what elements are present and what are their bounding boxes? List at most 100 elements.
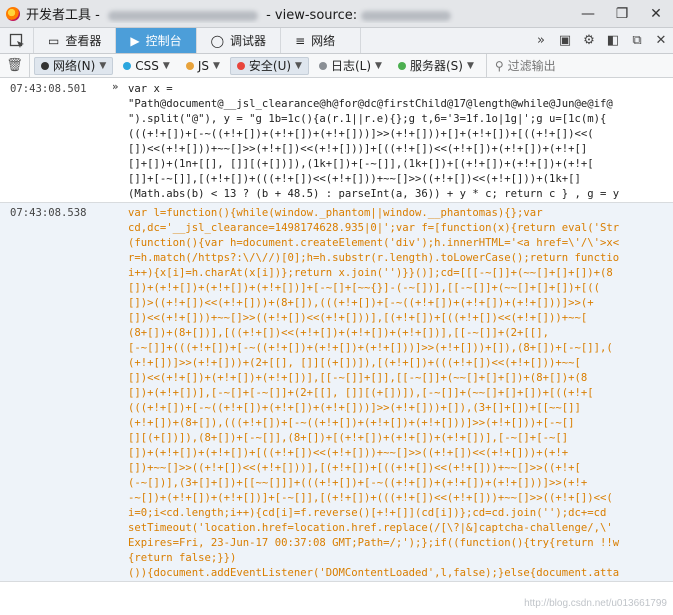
minimize-button[interactable]: — bbox=[571, 0, 605, 28]
code-line: [])<<(+!+[]))+~~[]>>(+!+[])<<(+!+[]))]+[… bbox=[128, 143, 588, 155]
timestamp-text: 07:43:08.538 bbox=[10, 207, 87, 219]
filter-funnel-icon: ⚲ bbox=[494, 58, 504, 73]
code-line: [])<<(+!+[]))+~~[]>>((+!+[])<<(+!+[]))],… bbox=[128, 312, 588, 324]
chevron-down-icon: ▼ bbox=[212, 60, 220, 71]
tab-inspector[interactable]: ▭ 查看器 bbox=[34, 28, 117, 53]
code-line: [])+(+!+[])+(+!+[])+[((+!+[])<<(+!+[]))+… bbox=[128, 447, 569, 459]
console-output[interactable]: 07:43:08.501 » var x = "Path@document@__j… bbox=[0, 79, 673, 615]
code-line: (((+!+[])+[-~((+!+[])+(+!+[])+(+!+[]))]>… bbox=[128, 402, 581, 414]
output-code: var l=function(){while(window._phantom||… bbox=[128, 203, 673, 581]
clear-console-button[interactable]: 🗑 bbox=[0, 54, 30, 77]
filter-security[interactable]: 安全(U) ▼ bbox=[229, 56, 309, 75]
code-line: (function(){var h=document.createElement… bbox=[128, 237, 620, 249]
tab-label: 网络 bbox=[311, 34, 336, 48]
filter-js[interactable]: JS ▼ bbox=[180, 57, 226, 75]
input-prompt-icon: » bbox=[112, 81, 119, 93]
code-line: [])<<(+!+[])+(+!+[])+(+!+[])],[[-~[]]+[]… bbox=[128, 372, 588, 384]
inspector-icon: ▭ bbox=[48, 33, 60, 48]
code-line: -~[])+(+!+[])+(+!+[])]+[-~[]],[(+!+[])+(… bbox=[128, 492, 613, 504]
code-line: (+!+[])+(8+[]),(((+!+[])+[-~((+!+[])+(+!… bbox=[128, 417, 575, 429]
pick-element-button[interactable] bbox=[0, 28, 34, 53]
js-dot-icon bbox=[185, 61, 194, 70]
console-output-entry: 07:43:08.538 var l=function(){while(wind… bbox=[0, 203, 673, 582]
filter-network[interactable]: 网络(N) ▼ bbox=[34, 56, 114, 75]
chevron-down-icon: ▼ bbox=[162, 60, 170, 71]
chevron-down-icon: ▼ bbox=[99, 60, 107, 71]
logging-dot-icon bbox=[318, 61, 327, 70]
window-title: 开发者工具 - - view-source: bbox=[26, 4, 455, 23]
console-input-entry: 07:43:08.501 » var x = "Path@document@__j… bbox=[0, 79, 673, 203]
code-line: var x = bbox=[128, 83, 173, 95]
code-line: (8+[])+(8+[])],[((+!+[])<<(+!+[])+(+!+[]… bbox=[128, 327, 549, 339]
chevron-down-icon: ▼ bbox=[295, 60, 302, 71]
code-line: cd,dc='__jsl_clearance=1498174628.935|0|… bbox=[128, 222, 620, 234]
filter-logging[interactable]: 日志(L) ▼ bbox=[313, 57, 388, 75]
network-dot-icon bbox=[41, 61, 49, 70]
filter-css[interactable]: CSS ▼ bbox=[117, 57, 176, 75]
debugger-icon: ◯ bbox=[210, 33, 225, 48]
close-devtools-icon[interactable]: ✕ bbox=[649, 28, 673, 53]
timestamp: 07:43:08.538 bbox=[0, 203, 128, 581]
security-dot-icon bbox=[236, 61, 245, 70]
code-line: Expires=Fri, 23-Jun-17 00:37:08 GMT;Path… bbox=[128, 537, 620, 549]
more-tools-icon[interactable]: » bbox=[529, 28, 553, 53]
close-button[interactable]: ✕ bbox=[639, 0, 673, 28]
title-mid: - view-source: bbox=[261, 8, 358, 23]
code-line: (Math.abs(b) < 13 ? (b + 48.5) : parseIn… bbox=[128, 188, 620, 200]
undock-window-icon[interactable]: ⧉ bbox=[625, 28, 649, 53]
tab-label: 控制台 bbox=[145, 34, 182, 48]
code-line: [])+(+!+[])],[-~[]+[-~[]]+(2+[[], []][(+… bbox=[128, 387, 594, 399]
filter-label: JS bbox=[197, 58, 209, 73]
filter-label: 网络(N) bbox=[53, 59, 96, 73]
devtools-toolbar: ▭ 查看器 ▶ 控制台 ◯ 调试器 ≡ 网络 » ▣ ⚙ ◧ ⧉ ✕ bbox=[0, 28, 673, 54]
filter-output-placeholder: 过滤输出 bbox=[507, 59, 556, 73]
network-icon: ≡ bbox=[295, 33, 306, 48]
split-console-icon[interactable]: ▣ bbox=[553, 28, 577, 53]
code-line: []]+[-~[]],[(+!+[])+(((+!+[])<<(+!+[]))+… bbox=[128, 173, 581, 185]
code-line: i++){x[i]=h.charAt(x[i])};return x.join(… bbox=[128, 267, 613, 279]
redacted-url bbox=[361, 10, 452, 21]
chevron-down-icon: ▼ bbox=[466, 60, 474, 71]
code-line: ()){document.addEventListener('DOMConten… bbox=[128, 567, 620, 579]
tab-label: 查看器 bbox=[65, 34, 102, 48]
css-dot-icon bbox=[123, 61, 132, 70]
code-line: []+[])+(1n+[[], []][(+[])]),(1k+[])+[-~[… bbox=[128, 158, 594, 170]
firefox-logo-icon bbox=[6, 6, 20, 21]
code-line: [])>((+!+[])<<(+!+[]))+(8+[]),(((+!+[])+… bbox=[128, 297, 594, 309]
input-code: var x = "Path@document@__jsl_clearance@h@… bbox=[128, 79, 673, 202]
code-line: (+!+[])]>>(+!+[]))+(2+[[], []][(+[])]),[… bbox=[128, 357, 581, 369]
toolbar-right-icons: » ▣ ⚙ ◧ ⧉ ✕ bbox=[529, 28, 673, 53]
code-line: [])+(+!+[])+(+!+[])+(+!+[])]+[-~[]+[~~{}… bbox=[128, 282, 600, 294]
settings-gear-icon[interactable]: ⚙ bbox=[577, 28, 601, 53]
dock-side-icon[interactable]: ◧ bbox=[601, 28, 625, 53]
timestamp: 07:43:08.501 » bbox=[0, 79, 128, 202]
title-prefix: 开发者工具 - bbox=[26, 8, 104, 23]
tab-network[interactable]: ≡ 网络 bbox=[281, 28, 362, 53]
filter-label: 安全(U) bbox=[248, 59, 292, 73]
code-line: "Path@document@__jsl_clearance@h@for@dc@… bbox=[128, 98, 613, 110]
code-line: i=0;i<cd.length;i++){cd[i]=f.reverse()[+… bbox=[128, 507, 607, 519]
chevron-down-icon: ▼ bbox=[375, 60, 382, 71]
window-controls: — ❐ ✕ bbox=[571, 0, 673, 28]
tab-debugger[interactable]: ◯ 调试器 bbox=[197, 28, 282, 53]
code-line: {return false;}}) bbox=[128, 552, 237, 564]
code-line: [][(+[])]),(8+[])+[-~[]],(8+[])+[(+!+[])… bbox=[128, 432, 569, 444]
code-line: (((+!+[])+[-~((+!+[])+(+!+[])+(+!+[]))]>… bbox=[128, 128, 594, 140]
filter-label: 服务器(S) bbox=[409, 59, 463, 73]
watermark: http://blog.csdn.net/u013661799 bbox=[524, 598, 667, 609]
filter-output-field[interactable]: ⚲ 过滤输出 bbox=[485, 54, 556, 77]
filter-server[interactable]: 服务器(S) ▼ bbox=[392, 57, 480, 75]
timestamp-text: 07:43:08.501 bbox=[10, 83, 87, 95]
code-line: [])+~~[]>>((+!+[])<<(+!+[]))],[(+!+[])+[… bbox=[128, 462, 581, 474]
code-line: var l=function(){while(window._phantom||… bbox=[128, 207, 543, 219]
console-icon: ▶ bbox=[130, 33, 140, 48]
server-dot-icon bbox=[397, 61, 406, 70]
tab-console[interactable]: ▶ 控制台 bbox=[116, 28, 197, 53]
code-line: r=h.match(/https?:\/\//)[0];h=h.substr(r… bbox=[128, 252, 620, 264]
filter-label: 日志(L) bbox=[330, 59, 372, 73]
code-line: ").split("@"), y = "g 1b=1c(){a(r.1||r.e… bbox=[128, 113, 607, 125]
maximize-button[interactable]: ❐ bbox=[605, 0, 639, 28]
filter-label: CSS bbox=[135, 58, 159, 73]
tab-label: 调试器 bbox=[230, 34, 267, 48]
trash-icon: 🗑 bbox=[6, 58, 23, 73]
